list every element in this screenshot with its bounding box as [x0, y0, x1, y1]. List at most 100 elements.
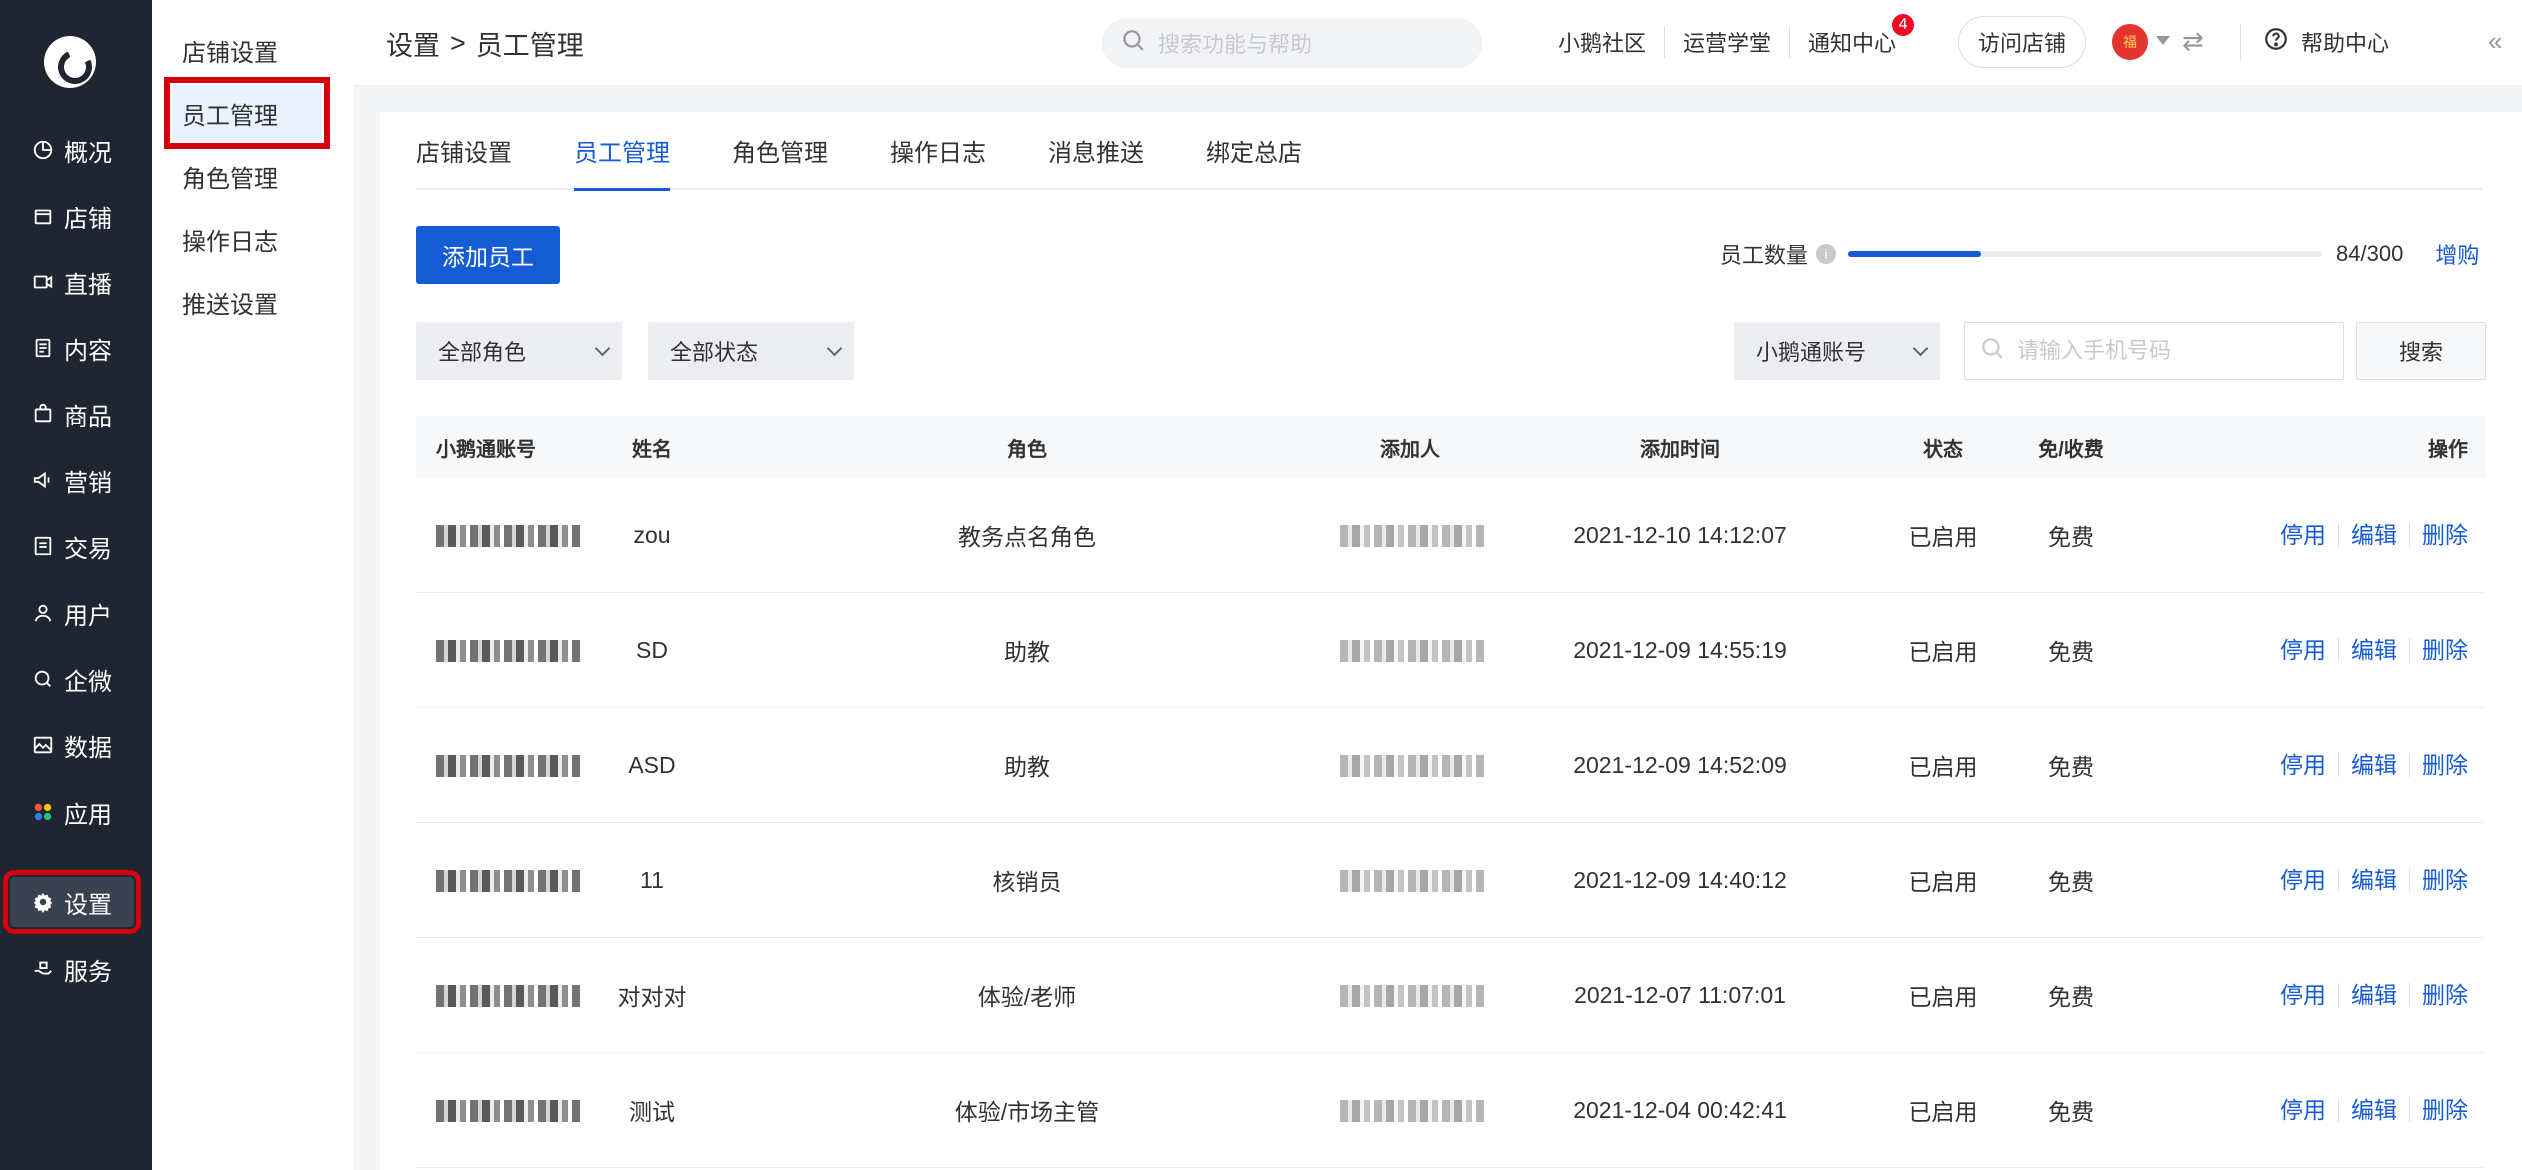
search-button[interactable]: 搜索 — [2356, 322, 2486, 380]
nav-item-label: 服务 — [64, 958, 112, 986]
nav-item-live[interactable]: 直播 — [0, 257, 152, 307]
edit-button[interactable]: 编辑 — [2339, 522, 2410, 547]
help-center-link[interactable]: 帮助中心 — [2240, 24, 2389, 60]
app-logo[interactable] — [44, 36, 96, 88]
disable-button[interactable]: 停用 — [2268, 867, 2339, 892]
live-camera-icon — [32, 271, 54, 293]
role-cell: 教务点名角色 — [958, 524, 1096, 550]
tab-bind-headquarters[interactable]: 绑定总店 — [1206, 111, 1302, 189]
edit-button[interactable]: 编辑 — [2339, 1097, 2410, 1122]
top-bar: 设置 > 员工管理 搜索功能与帮助 小鹅社区 运营学堂 通知中心 4 访问店铺 … — [354, 0, 2522, 86]
service-hand-icon — [32, 958, 54, 980]
notification-center-link[interactable]: 通知中心 4 — [1790, 14, 1915, 58]
nav-item-overview[interactable]: 概况 — [0, 125, 152, 175]
edit-button[interactable]: 编辑 — [2339, 637, 2410, 662]
status-cell: 已启用 — [1908, 1099, 1978, 1125]
submenu-staff-management[interactable]: 员工管理 — [164, 77, 330, 149]
nav-item-label: 概况 — [64, 139, 112, 167]
role-filter-select[interactable]: 全部角色 — [416, 322, 622, 380]
column-header-account: 小鹅通账号 — [436, 438, 536, 461]
nav-item-label: 企微 — [64, 668, 112, 696]
nav-item-store[interactable]: 店铺 — [0, 191, 152, 241]
academy-link[interactable]: 运营学堂 — [1665, 26, 1791, 58]
avatar[interactable]: 福 — [2112, 24, 2148, 60]
tab-message-push[interactable]: 消息推送 — [1048, 111, 1144, 189]
nav-item-label: 商品 — [64, 403, 112, 431]
nav-item-data[interactable]: 数据 — [0, 720, 152, 770]
switch-arrows-icon[interactable]: ⇄ — [2182, 26, 2204, 57]
actions-cell: 停用 编辑 删除 — [2136, 1097, 2486, 1124]
delete-button[interactable]: 删除 — [2410, 868, 2468, 892]
blurred-added-by — [1340, 1100, 1484, 1123]
status-cell: 已启用 — [1908, 869, 1978, 895]
added-by-cell — [1340, 522, 1484, 549]
global-search[interactable]: 搜索功能与帮助 — [1102, 18, 1482, 68]
disable-button[interactable]: 停用 — [2268, 752, 2339, 777]
table-row: 对对对 体验/老师 2021-12-07 11:07:01 已启用 免费 停用 … — [416, 938, 2486, 1053]
top-links: 小鹅社区 运营学堂 通知中心 4 — [1540, 14, 1915, 58]
delete-button[interactable]: 删除 — [2410, 1098, 2468, 1122]
name-cell: 测试 — [629, 1099, 675, 1125]
nav-item-users[interactable]: 用户 — [0, 588, 152, 638]
account-type-select[interactable]: 小鹅通账号 — [1734, 322, 1940, 380]
tab-staff-management[interactable]: 员工管理 — [574, 111, 670, 191]
submenu-operation-log[interactable]: 操作日志 — [166, 211, 326, 267]
nav-item-trade[interactable]: 交易 — [0, 521, 152, 571]
status-filter-select[interactable]: 全部状态 — [648, 322, 854, 380]
nav-item-service[interactable]: 服务 — [0, 944, 152, 994]
info-icon[interactable]: i — [1816, 244, 1837, 264]
column-header-added-time: 添加时间 — [1640, 438, 1720, 461]
nav-item-wecom[interactable]: 企微 — [0, 654, 152, 704]
edit-button[interactable]: 编辑 — [2339, 752, 2410, 777]
collapse-icon[interactable]: « — [2488, 26, 2502, 57]
delete-button[interactable]: 删除 — [2410, 638, 2468, 662]
added-time-cell: 2021-12-09 14:40:12 — [1573, 866, 1787, 893]
add-staff-button[interactable]: 添加员工 — [416, 226, 560, 284]
table-row: 测试 体验/市场主管 2021-12-04 00:42:41 已启用 免费 停用… — [416, 1053, 2486, 1168]
status-cell: 已启用 — [1908, 639, 1978, 665]
disable-button[interactable]: 停用 — [2268, 637, 2339, 662]
staff-count-value: 84/300 — [2336, 241, 2404, 266]
account-cell — [416, 982, 590, 1009]
edit-button[interactable]: 编辑 — [2339, 982, 2410, 1007]
nav-item-label: 内容 — [64, 337, 112, 365]
nav-item-marketing[interactable]: 营销 — [0, 455, 152, 505]
submenu-role-management[interactable]: 角色管理 — [166, 148, 326, 204]
edit-button[interactable]: 编辑 — [2339, 867, 2410, 892]
added-time-cell: 2021-12-09 14:52:09 — [1573, 751, 1787, 778]
table-header: 小鹅通账号 姓名 角色 添加人 添加时间 状态 免/收费 操作 — [416, 416, 2486, 478]
account-type-value: 小鹅通账号 — [1756, 340, 1867, 365]
visit-store-button[interactable]: 访问店铺 — [1958, 16, 2086, 68]
chevron-down-icon[interactable] — [2156, 36, 2170, 45]
community-link[interactable]: 小鹅社区 — [1540, 26, 1666, 58]
phone-search-field[interactable] — [1964, 322, 2344, 380]
nav-item-settings[interactable]: 设置 — [3, 870, 141, 934]
disable-button[interactable]: 停用 — [2268, 1097, 2339, 1122]
phone-search-input[interactable] — [2017, 338, 2317, 364]
nav-item-goods[interactable]: 商品 — [0, 389, 152, 439]
store-icon — [32, 205, 54, 227]
tab-role-management[interactable]: 角色管理 — [732, 111, 828, 189]
nav-item-label: 应用 — [64, 801, 112, 829]
question-circle-icon — [2263, 26, 2289, 58]
role-cell: 助教 — [1004, 639, 1050, 665]
delete-button[interactable]: 删除 — [2410, 983, 2468, 1007]
staff-count: 员工数量 i 84/300 增购 — [1720, 238, 2479, 270]
disable-button[interactable]: 停用 — [2268, 522, 2339, 547]
name-cell: 对对对 — [617, 984, 687, 1010]
nav-item-label: 营销 — [64, 469, 112, 497]
disable-button[interactable]: 停用 — [2268, 982, 2339, 1007]
tab-operation-log[interactable]: 操作日志 — [890, 111, 986, 189]
submenu-push-settings[interactable]: 推送设置 — [166, 274, 326, 330]
delete-button[interactable]: 删除 — [2410, 523, 2468, 547]
expand-quota-link[interactable]: 增购 — [2435, 238, 2479, 270]
chevron-down-icon — [826, 340, 843, 356]
nav-item-content[interactable]: 内容 — [0, 323, 152, 373]
tab-store-settings[interactable]: 店铺设置 — [416, 111, 512, 189]
status-cell: 已启用 — [1908, 754, 1978, 780]
role-cell: 助教 — [1004, 754, 1050, 780]
submenu-store-settings[interactable]: 店铺设置 — [166, 22, 326, 78]
nav-item-apps[interactable]: 应用 — [0, 787, 152, 837]
breadcrumb-root[interactable]: 设置 — [386, 24, 440, 63]
delete-button[interactable]: 删除 — [2410, 753, 2468, 777]
